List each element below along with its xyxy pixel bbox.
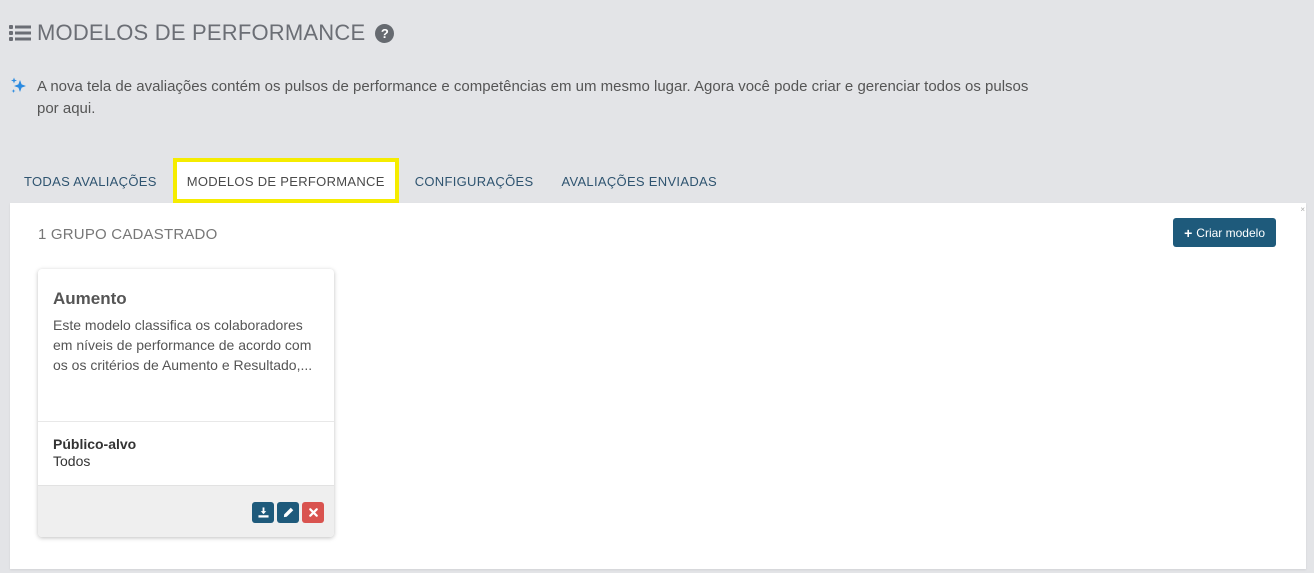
page-header: MODELOS DE PERFORMANCE ? [9, 20, 395, 46]
audience-label: Público-alvo [53, 436, 137, 452]
card-actions [252, 502, 324, 523]
audience-value: Todos [53, 453, 91, 469]
page-title: MODELOS DE PERFORMANCE [37, 20, 366, 45]
delete-icon [308, 508, 318, 517]
edit-button[interactable] [277, 502, 299, 523]
help-icon[interactable]: ? [375, 23, 395, 43]
card-divider [38, 421, 334, 422]
sparkle-icon [10, 77, 28, 95]
tab-modelos-de-performance[interactable]: MODELOS DE PERFORMANCE [172, 158, 399, 203]
notice-text: A nova tela de avaliações contém os puls… [37, 78, 1029, 117]
list-icon [9, 24, 31, 42]
create-model-label: Criar modelo [1196, 225, 1265, 240]
card-footer [38, 485, 334, 537]
plus-icon: + [1184, 224, 1193, 241]
close-icon[interactable]: × [1300, 205, 1305, 214]
tab-avaliacoes-enviadas[interactable]: AVALIAÇÕES ENVIADAS [547, 158, 731, 203]
tab-todas-avaliacoes[interactable]: TODAS AVALIAÇÕES [10, 158, 171, 203]
download-button[interactable] [252, 502, 274, 523]
group-count: 1 GRUPO CADASTRADO [38, 226, 218, 243]
edit-icon [283, 507, 293, 518]
tab-configuracoes[interactable]: CONFIGURAÇÕES [401, 158, 548, 203]
card-title: Aumento [53, 289, 127, 308]
create-model-button[interactable]: + Criar modelo [1173, 218, 1276, 247]
tab-bar: TODAS AVALIAÇÕES MODELOS DE PERFORMANCE … [10, 158, 731, 203]
info-notice: A nova tela de avaliações contém os puls… [10, 76, 1050, 120]
delete-button[interactable] [302, 502, 324, 523]
download-icon [257, 507, 269, 518]
model-card: Aumento Este modelo classifica os colabo… [38, 269, 334, 537]
models-panel: 1 GRUPO CADASTRADO × + Criar modelo Aume… [10, 203, 1306, 569]
card-description: Este modelo classifica os colaboradores … [53, 317, 313, 373]
